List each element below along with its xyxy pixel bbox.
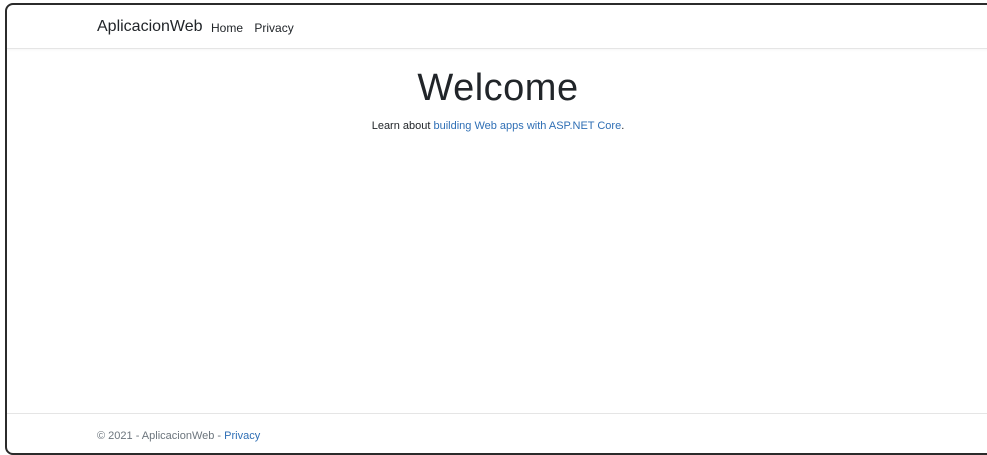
intro-suffix: . — [621, 119, 625, 132]
nav-home-link[interactable]: Home — [211, 21, 243, 35]
intro-prefix: Learn about — [371, 119, 434, 132]
main-content: Welcome Learn about building Web apps wi… — [7, 49, 987, 132]
page-title: Welcome — [417, 67, 579, 109]
footer-copyright: © 2021 - AplicacionWeb - — [97, 430, 225, 442]
aspnet-docs-link[interactable]: building Web apps with ASP.NET Core — [433, 120, 621, 132]
footer-text: © 2021 - AplicacionWeb - Privacy — [97, 430, 260, 442]
browser-frame: AplicacionWeb Home Privacy Welcome Learn… — [5, 3, 987, 455]
brand-link[interactable]: AplicacionWeb — [97, 18, 203, 36]
page-footer: © 2021 - AplicacionWeb - Privacy — [7, 413, 987, 453]
intro-text: Learn about building Web apps with ASP.N… — [7, 120, 987, 132]
footer-privacy-link[interactable]: Privacy — [224, 430, 260, 442]
top-navbar: AplicacionWeb Home Privacy — [7, 5, 987, 49]
nav-privacy-link[interactable]: Privacy — [254, 21, 293, 35]
nav-links: Home Privacy — [211, 21, 302, 35]
